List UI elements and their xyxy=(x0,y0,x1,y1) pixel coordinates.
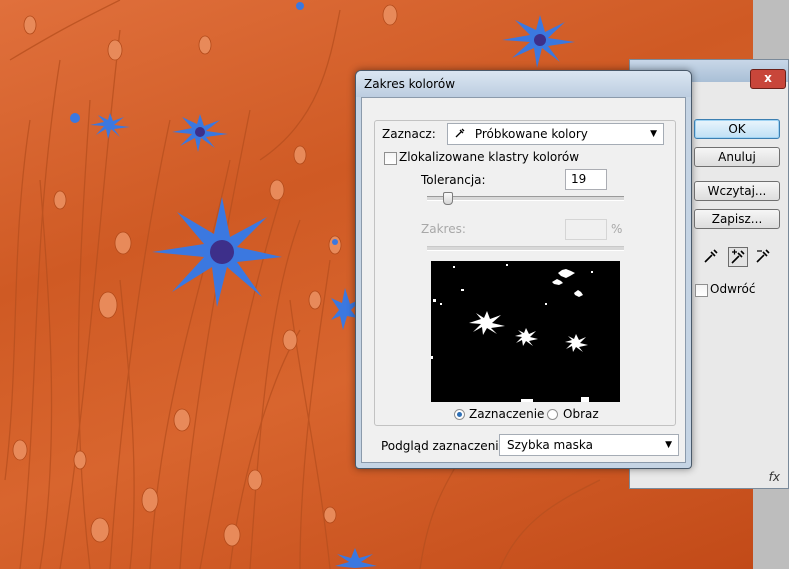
fx-icon[interactable]: fx xyxy=(769,470,780,484)
invert-checkbox[interactable] xyxy=(695,284,708,297)
eyedropper-icon xyxy=(455,127,469,141)
load-button[interactable]: Wczytaj... xyxy=(694,181,780,201)
background-close-button[interactable]: x xyxy=(750,69,786,89)
tolerance-slider-track[interactable] xyxy=(427,196,624,201)
range-input[interactable] xyxy=(565,219,607,240)
ok-button[interactable]: OK xyxy=(694,119,780,139)
cancel-button[interactable]: Anuluj xyxy=(694,147,780,167)
save-button[interactable]: Zapisz... xyxy=(694,209,780,229)
mode-image-radio[interactable] xyxy=(547,409,558,420)
select-dropdown[interactable]: Próbkowane kolory ▼ xyxy=(447,123,664,145)
localized-clusters-checkbox[interactable] xyxy=(384,152,397,165)
selection-group: Zaznacz: Próbkowane kolory ▼ Zlokalizowa… xyxy=(374,120,676,426)
tolerance-label: Tolerancja: xyxy=(421,173,486,187)
preview-label: Podgląd zaznaczenia: xyxy=(381,439,511,453)
tolerance-slider-thumb[interactable] xyxy=(442,192,453,205)
localized-clusters-label: Zlokalizowane klastry kolorów xyxy=(399,150,580,164)
preview-value: Szybka maska xyxy=(507,438,593,452)
invert-label: Odwróć xyxy=(710,282,756,296)
select-label: Zaznacz: xyxy=(382,127,436,141)
eyedropper-plus-icon[interactable] xyxy=(728,247,748,267)
color-range-dialog: Zakres kolorów Zaznacz: Próbkowane kolor… xyxy=(355,70,780,469)
mode-selection-radio[interactable] xyxy=(454,409,465,420)
tolerance-input[interactable]: 19 xyxy=(565,169,607,190)
eyedropper-minus-icon[interactable] xyxy=(754,247,774,267)
select-value: Próbkowane kolory xyxy=(474,127,588,141)
chevron-down-icon: ▼ xyxy=(650,129,657,139)
range-slider-track[interactable] xyxy=(427,246,624,251)
mode-image-label: Obraz xyxy=(563,407,599,421)
mode-selection-label: Zaznaczenie xyxy=(469,407,545,421)
selection-preview[interactable] xyxy=(431,261,620,402)
eyedropper-icon[interactable] xyxy=(702,247,722,267)
preview-dropdown[interactable]: Szybka maska ▼ xyxy=(499,434,679,456)
dialog-client: Zaznacz: Próbkowane kolory ▼ Zlokalizowa… xyxy=(361,97,686,463)
chevron-down-icon: ▼ xyxy=(665,440,672,450)
range-label: Zakres: xyxy=(421,222,466,236)
range-unit: % xyxy=(611,222,623,236)
dialog-title[interactable]: Zakres kolorów xyxy=(356,71,691,97)
